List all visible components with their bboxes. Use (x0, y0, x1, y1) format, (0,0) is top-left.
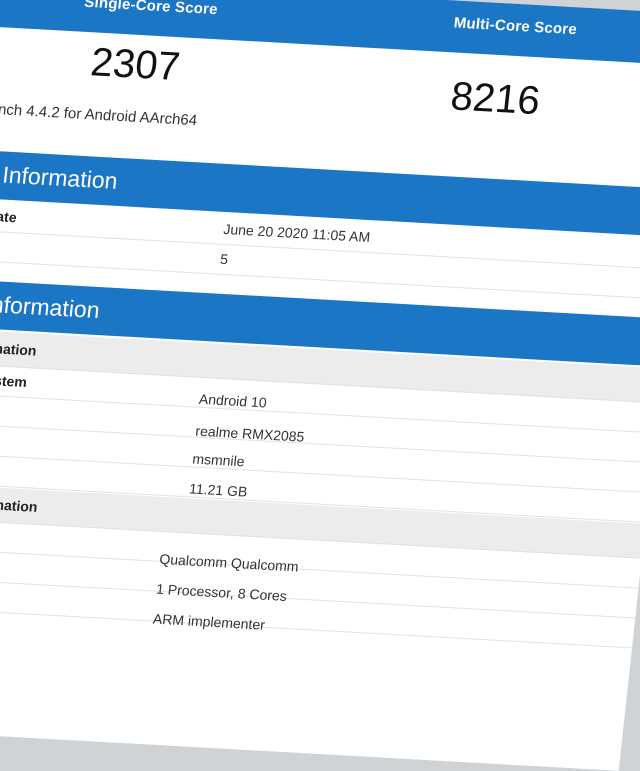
system-information-title: em Information (0, 289, 101, 324)
row-value: ARM implementer (152, 610, 266, 633)
row-label: ng System (0, 370, 28, 391)
geekbench-result-page: Single-Core Score Multi-Core Score 2307 … (0, 0, 640, 771)
subheader-label: or Information (0, 494, 39, 515)
row-label: d Date (0, 207, 18, 226)
subheader-label: Information (0, 338, 38, 359)
row-value: 5 (219, 250, 229, 268)
result-information-title: sult Information (0, 159, 119, 194)
row-value: 11.21 GB (188, 480, 249, 500)
multi-core-score: 8216 (448, 74, 543, 124)
row-value: June 20 2020 11:05 AM (222, 220, 372, 246)
benchmark-version: bench 4.4.2 for Android AArch64 (0, 100, 198, 130)
single-core-score: 2307 (88, 40, 183, 90)
